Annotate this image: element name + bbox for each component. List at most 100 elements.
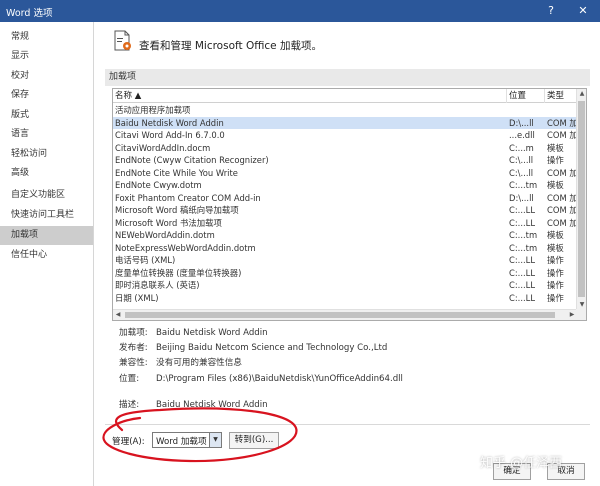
sidebar-item-trust-center[interactable]: 信任中心 — [0, 246, 93, 265]
table-row[interactable]: EndNote (Cwyw Citation Recognizer) C:\...… — [113, 154, 577, 167]
goto-button[interactable]: 转到(G)... — [229, 432, 279, 449]
vertical-scrollbar[interactable]: ▲ ▼ — [576, 89, 586, 310]
table-row[interactable]: 即时消息联系人 (英语) C:...LL 操作 — [113, 279, 577, 292]
scroll-up-icon[interactable]: ▲ — [577, 89, 586, 99]
manage-label: 管理(A): — [112, 437, 145, 447]
table-row[interactable]: 日期 (XML) C:...LL 操作 — [113, 292, 577, 305]
sidebar-item-quick-access[interactable]: 快速访问工具栏 — [0, 206, 93, 225]
column-header-location[interactable]: 位置 — [507, 89, 545, 103]
table-row[interactable]: EndNote Cwyw.dotm C:...tm 模板 — [113, 179, 577, 192]
column-header-name[interactable]: 名称 ▲ — [113, 89, 507, 103]
chevron-down-icon[interactable]: ▼ — [209, 433, 221, 447]
cell-location: C:\...ll — [509, 167, 534, 178]
options-sidebar: 常规 显示 校对 保存 版式 语言 轻松访问 高级 自定义功能区 快速访问工具栏… — [0, 22, 94, 486]
cell-location: D:\...ll — [509, 117, 534, 128]
cell-name: EndNote (Cwyw Citation Recognizer) — [115, 155, 269, 165]
table-row[interactable]: Citavi Word Add-In 6.7.0.0 ...e.dll COM 加 — [113, 129, 577, 142]
divider — [105, 424, 590, 425]
sidebar-item-proofing[interactable]: 校对 — [0, 67, 93, 86]
cell-name: 电话号码 (XML) — [115, 255, 176, 265]
page-title: 查看和管理 Microsoft Office 加载项。 — [139, 40, 322, 52]
cell-name: Microsoft Word 稿纸向导加载项 — [115, 205, 239, 215]
scroll-thumb[interactable] — [578, 101, 585, 297]
sidebar-item-advanced[interactable]: 高级 — [0, 164, 93, 183]
sidebar-item-addins[interactable]: 加载项 — [0, 226, 93, 245]
cell-location: C:...m — [509, 142, 534, 153]
sidebar-item-general[interactable]: 常规 — [0, 28, 93, 47]
cell-type: 操作 — [547, 155, 564, 165]
window-title: Word 选项 — [6, 8, 53, 19]
manage-select-value: Word 加载项 — [156, 437, 207, 447]
help-button[interactable]: ? — [542, 3, 560, 19]
cell-location: C:...LL — [509, 292, 535, 303]
cell-location: ...e.dll — [509, 130, 535, 140]
cell-location: C:...LL — [509, 205, 535, 215]
scroll-left-icon[interactable]: ◀ — [113, 310, 123, 320]
cell-type: COM 加 — [547, 167, 577, 178]
cell-type: 模板 — [547, 242, 564, 253]
cell-name: NoteExpressWebWordAddin.dotm — [115, 242, 256, 253]
cell-location: C:...LL — [509, 267, 535, 278]
scroll-corner — [576, 309, 586, 320]
watermark: 知乎 @任泽西 — [480, 456, 563, 471]
cell-type: COM 加 — [547, 205, 577, 215]
cell-name: CitaviWordAddIn.docm — [115, 142, 211, 153]
cell-name: Microsoft Word 书法加载项 — [115, 217, 222, 228]
cell-type: COM 加 — [547, 192, 577, 203]
sidebar-item-save[interactable]: 保存 — [0, 86, 93, 105]
horizontal-scrollbar[interactable]: ◀ ▶ — [113, 309, 577, 320]
sidebar-item-typography[interactable]: 版式 — [0, 106, 93, 125]
cell-name: 即时消息联系人 (英语) — [115, 280, 200, 290]
addin-gear-icon — [114, 30, 131, 51]
addins-panel: 查看和管理 Microsoft Office 加载项。 加载项 名称 ▲ 位置 … — [95, 22, 600, 486]
cell-location: C:...LL — [509, 255, 535, 265]
cell-name: Citavi Word Add-In 6.7.0.0 — [115, 130, 225, 140]
table-row[interactable]: Baidu Netdisk Word Addin D:\...ll COM 加 — [113, 116, 577, 129]
table-row[interactable]: NEWebWordAddin.dotm C:...tm 模板 — [113, 229, 577, 242]
cell-name: 日期 (XML) — [115, 292, 159, 303]
cell-type: COM 加 — [547, 217, 577, 228]
cell-type: 操作 — [547, 280, 564, 290]
table-row[interactable]: 度量单位转换器 (度量单位转换器) C:...LL 操作 — [113, 267, 577, 280]
detail-compat-value: 没有可用的兼容性信息 — [156, 358, 242, 368]
cell-type: 模板 — [547, 142, 564, 153]
sidebar-item-customize-ribbon[interactable]: 自定义功能区 — [0, 186, 93, 205]
addins-table: 名称 ▲ 位置 类型 活动应用程序加载项 Baidu Netdisk Word A… — [112, 88, 587, 321]
detail-location-label: 位置: — [119, 374, 140, 384]
section-title: 加载项 — [105, 69, 590, 86]
table-row[interactable]: Microsoft Word 稿纸向导加载项 C:...LL COM 加 — [113, 204, 577, 217]
cell-type: COM 加 — [547, 130, 577, 140]
detail-addin-value: Baidu Netdisk Word Addin — [156, 328, 268, 338]
cell-location: C:...tm — [509, 230, 538, 240]
table-row[interactable]: EndNote Cite While You Write C:\...ll COM … — [113, 167, 577, 180]
detail-desc-label: 描述: — [119, 400, 140, 410]
table-row[interactable]: NoteExpressWebWordAddin.dotm C:...tm 模板 — [113, 242, 577, 255]
manage-select[interactable]: Word 加载项 ▼ — [152, 432, 222, 448]
sidebar-item-display[interactable]: 显示 — [0, 47, 93, 66]
cell-location: C:...tm — [509, 242, 538, 253]
cell-location: C:\...ll — [509, 155, 534, 165]
cell-type: 操作 — [547, 292, 564, 303]
column-header-type[interactable]: 类型 — [545, 89, 577, 103]
cell-location: C:...LL — [509, 280, 535, 290]
table-row[interactable]: Microsoft Word 书法加载项 C:...LL COM 加 — [113, 217, 577, 230]
hscroll-thumb[interactable] — [125, 312, 555, 318]
sidebar-item-language[interactable]: 语言 — [0, 125, 93, 144]
table-row[interactable]: Foxit Phantom Creator COM Add-in D:\...ll… — [113, 192, 577, 205]
detail-addin-label: 加载项: — [119, 328, 148, 338]
detail-publisher-label: 发布者: — [119, 343, 148, 353]
table-row[interactable]: CitaviWordAddIn.docm C:...m 模板 — [113, 142, 577, 155]
cell-name: EndNote Cite While You Write — [115, 167, 238, 178]
cell-type: 操作 — [547, 255, 564, 265]
cell-name: Foxit Phantom Creator COM Add-in — [115, 192, 261, 203]
cell-name: NEWebWordAddin.dotm — [115, 230, 215, 240]
title-bar: Word 选项 ? ✕ — [0, 0, 600, 22]
sidebar-item-accessibility[interactable]: 轻松访问 — [0, 145, 93, 164]
detail-publisher-value: Beijing Baidu Netcom Science and Technol… — [156, 343, 388, 353]
cell-type: 操作 — [547, 267, 564, 278]
cell-type: 模板 — [547, 230, 564, 240]
cell-type: COM 加 — [547, 117, 577, 128]
close-button[interactable]: ✕ — [574, 3, 592, 19]
cell-type: 模板 — [547, 180, 564, 190]
table-row[interactable]: 电话号码 (XML) C:...LL 操作 — [113, 254, 577, 267]
